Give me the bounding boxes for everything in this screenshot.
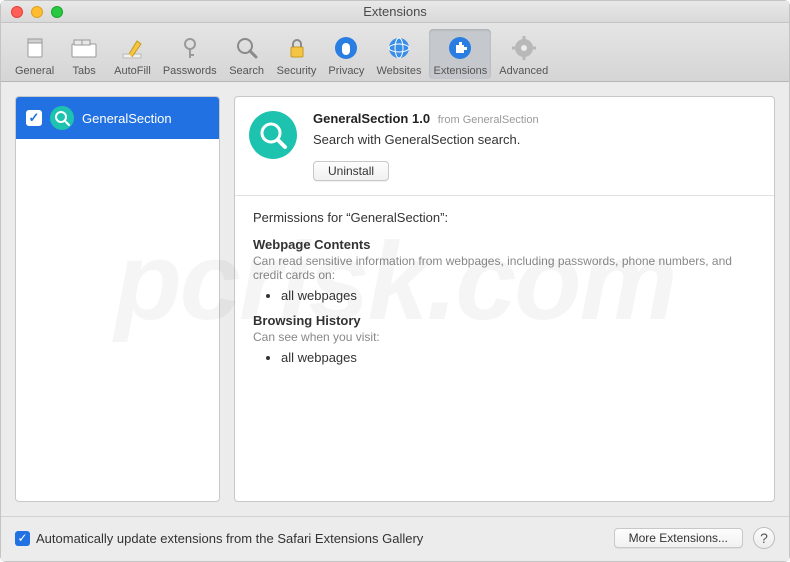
- advanced-icon: [509, 33, 539, 63]
- auto-update[interactable]: ✓ Automatically update extensions from t…: [15, 531, 423, 546]
- search-icon: [232, 33, 262, 63]
- detail-header: GeneralSection 1.0 from GeneralSection S…: [235, 97, 774, 196]
- extensions-icon: [445, 33, 475, 63]
- tab-websites[interactable]: Websites: [372, 29, 425, 79]
- footer: ✓ Automatically update extensions from t…: [1, 516, 789, 561]
- tab-autofill[interactable]: AutoFill: [110, 29, 155, 79]
- tab-label: Advanced: [499, 65, 548, 77]
- extension-title: GeneralSection 1.0: [313, 111, 430, 126]
- general-icon: [20, 33, 50, 63]
- auto-update-checkbox[interactable]: ✓: [15, 531, 30, 546]
- websites-icon: [384, 33, 414, 63]
- perm-list-webpage: all webpages: [281, 288, 756, 303]
- auto-update-label: Automatically update extensions from the…: [36, 531, 423, 546]
- content-area: ✓ GeneralSection GeneralSection 1.0 from…: [1, 82, 789, 516]
- tab-label: Extensions: [433, 65, 487, 77]
- preferences-window: Extensions General Tabs AutoFill Passwor…: [0, 0, 790, 562]
- tab-label: Privacy: [328, 65, 364, 77]
- zoom-icon[interactable]: [51, 6, 63, 18]
- close-icon[interactable]: [11, 6, 23, 18]
- tab-general[interactable]: General: [11, 29, 58, 79]
- tab-label: General: [15, 65, 54, 77]
- tab-label: Search: [229, 65, 264, 77]
- privacy-icon: [331, 33, 361, 63]
- extension-author: from GeneralSection: [438, 114, 539, 126]
- passwords-icon: [175, 33, 205, 63]
- perm-heading-webpage: Webpage Contents: [253, 237, 756, 252]
- sidebar-item-generalsection[interactable]: ✓ GeneralSection: [16, 97, 219, 139]
- window-title: Extensions: [1, 4, 789, 19]
- autofill-icon: [117, 33, 147, 63]
- tab-search[interactable]: Search: [225, 29, 269, 79]
- perm-desc-webpage: Can read sensitive information from webp…: [253, 254, 756, 282]
- help-button[interactable]: ?: [753, 527, 775, 549]
- perm-heading-history: Browsing History: [253, 313, 756, 328]
- permissions-title: Permissions for “GeneralSection”:: [253, 210, 756, 225]
- tab-label: AutoFill: [114, 65, 151, 77]
- tab-advanced[interactable]: Advanced: [495, 29, 552, 79]
- detail-info: GeneralSection 1.0 from GeneralSection S…: [313, 111, 756, 181]
- window-controls: [1, 6, 63, 18]
- tab-extensions[interactable]: Extensions: [429, 29, 491, 79]
- perm-list-history: all webpages: [281, 350, 756, 365]
- perm-desc-history: Can see when you visit:: [253, 330, 756, 344]
- minimize-icon[interactable]: [31, 6, 43, 18]
- titlebar: Extensions: [1, 1, 789, 23]
- uninstall-button[interactable]: Uninstall: [313, 161, 389, 181]
- permissions-section: Permissions for “GeneralSection”: Webpag…: [235, 196, 774, 389]
- tab-label: Passwords: [163, 65, 217, 77]
- more-extensions-button[interactable]: More Extensions...: [614, 528, 743, 548]
- tabs-icon: [69, 33, 99, 63]
- tab-label: Tabs: [73, 65, 96, 77]
- extension-icon: [50, 106, 74, 130]
- extension-large-icon: [249, 111, 297, 159]
- tab-security[interactable]: Security: [273, 29, 321, 79]
- perm-item: all webpages: [281, 288, 756, 303]
- extension-detail: GeneralSection 1.0 from GeneralSection S…: [234, 96, 775, 502]
- tab-tabs[interactable]: Tabs: [62, 29, 106, 79]
- security-icon: [282, 33, 312, 63]
- tab-label: Security: [277, 65, 317, 77]
- tab-privacy[interactable]: Privacy: [324, 29, 368, 79]
- tab-passwords[interactable]: Passwords: [159, 29, 221, 79]
- extension-description: Search with GeneralSection search.: [313, 132, 756, 147]
- perm-item: all webpages: [281, 350, 756, 365]
- extension-name: GeneralSection: [82, 111, 172, 126]
- preferences-toolbar: General Tabs AutoFill Passwords Search: [1, 23, 789, 82]
- extensions-sidebar: ✓ GeneralSection: [15, 96, 220, 502]
- extension-enabled-checkbox[interactable]: ✓: [26, 110, 42, 126]
- tab-label: Websites: [376, 65, 421, 77]
